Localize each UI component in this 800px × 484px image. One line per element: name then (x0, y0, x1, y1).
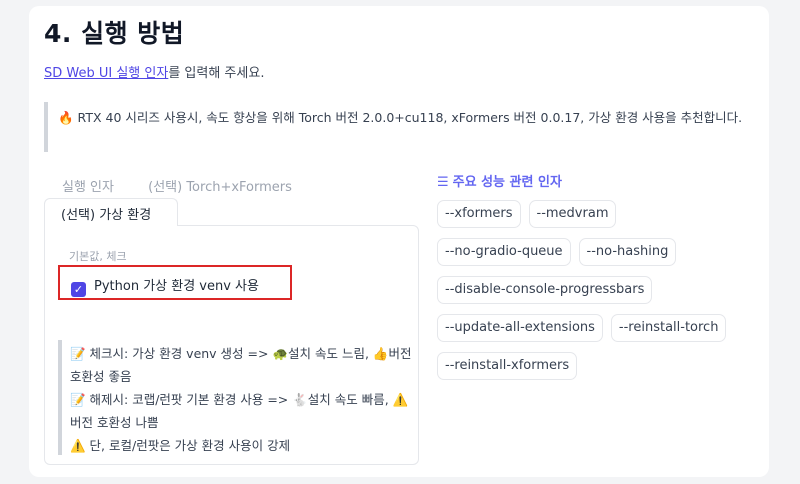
tab-torch-xformers[interactable]: (선택) Torch+xFormers (148, 180, 292, 195)
note-line: 📝 체크시: 가상 환경 venv 생성 => 🐢설치 속도 느림, 👍버전 호… (70, 346, 412, 384)
tab-venv[interactable]: (선택) 가상 환경 (44, 198, 178, 226)
venv-panel: 기본값, 체크 ✓ Python 가상 환경 venv 사용 📝 체크시: 가상 … (44, 225, 419, 465)
chip-row: --disable-console-progressbars (437, 276, 767, 304)
intro-text: SD Web UI 실행 인자를 입력해 주세요. (44, 62, 264, 81)
chip-update-all-extensions[interactable]: --update-all-extensions (437, 314, 603, 342)
default-value-label: 기본값, 체크 (69, 250, 127, 263)
chip-row: --no-gradio-queue --no-hashing (437, 238, 767, 266)
venv-checkbox-row[interactable]: ✓ Python 가상 환경 venv 사용 (58, 265, 292, 300)
chip-row: --update-all-extensions --reinstall-torc… (437, 314, 767, 342)
chip-no-hashing[interactable]: --no-hashing (578, 238, 677, 266)
section-title: 4. 실행 방법 (44, 19, 185, 48)
chip-row: --xformers --medvram (437, 200, 767, 228)
intro-rest: 를 입력해 주세요. (168, 66, 265, 81)
notice-text: 🔥 RTX 40 시리즈 사용시, 속도 향상을 위해 Torch 버전 2.0… (58, 110, 743, 125)
note-line: ⚠️ 단, 로컬/런팟은 가상 환경 사용이 강제 (70, 438, 291, 453)
chip-medvram[interactable]: --medvram (528, 200, 617, 228)
tab-bar: 실행 인자 (선택) Torch+xFormers (62, 176, 322, 195)
venv-notes: 📝 체크시: 가상 환경 venv 생성 => 🐢설치 속도 느림, 👍버전 호… (58, 340, 413, 455)
performance-args-title: 주요 성능 관련 인자 (452, 175, 562, 190)
tab-run-args[interactable]: 실행 인자 (62, 180, 114, 195)
note-line: 📝 해제시: 코랩/런팟 기본 환경 사용 => 🐇설치 속도 빠름, ⚠️버전… (70, 392, 409, 430)
chip-reinstall-xformers[interactable]: --reinstall-xformers (437, 352, 578, 380)
list-icon: ☰ (437, 175, 449, 190)
venv-checkbox-label: Python 가상 환경 venv 사용 (94, 279, 259, 294)
checkbox-checked-icon[interactable]: ✓ (71, 282, 86, 297)
chip-no-gradio-queue[interactable]: --no-gradio-queue (437, 238, 571, 266)
chip-row: --reinstall-xformers (437, 352, 767, 380)
rtx40-notice: 🔥 RTX 40 시리즈 사용시, 속도 향상을 위해 Torch 버전 2.0… (44, 102, 756, 152)
chip-disable-console-progressbars[interactable]: --disable-console-progressbars (437, 276, 653, 304)
chip-xformers[interactable]: --xformers (437, 200, 521, 228)
chip-reinstall-torch[interactable]: --reinstall-torch (610, 314, 727, 342)
sd-webui-args-link[interactable]: SD Web UI 실행 인자 (44, 66, 168, 81)
performance-args-heading: ☰ 주요 성능 관련 인자 (437, 171, 562, 190)
performance-args-chips: --xformers --medvram --no-gradio-queue -… (437, 200, 767, 390)
